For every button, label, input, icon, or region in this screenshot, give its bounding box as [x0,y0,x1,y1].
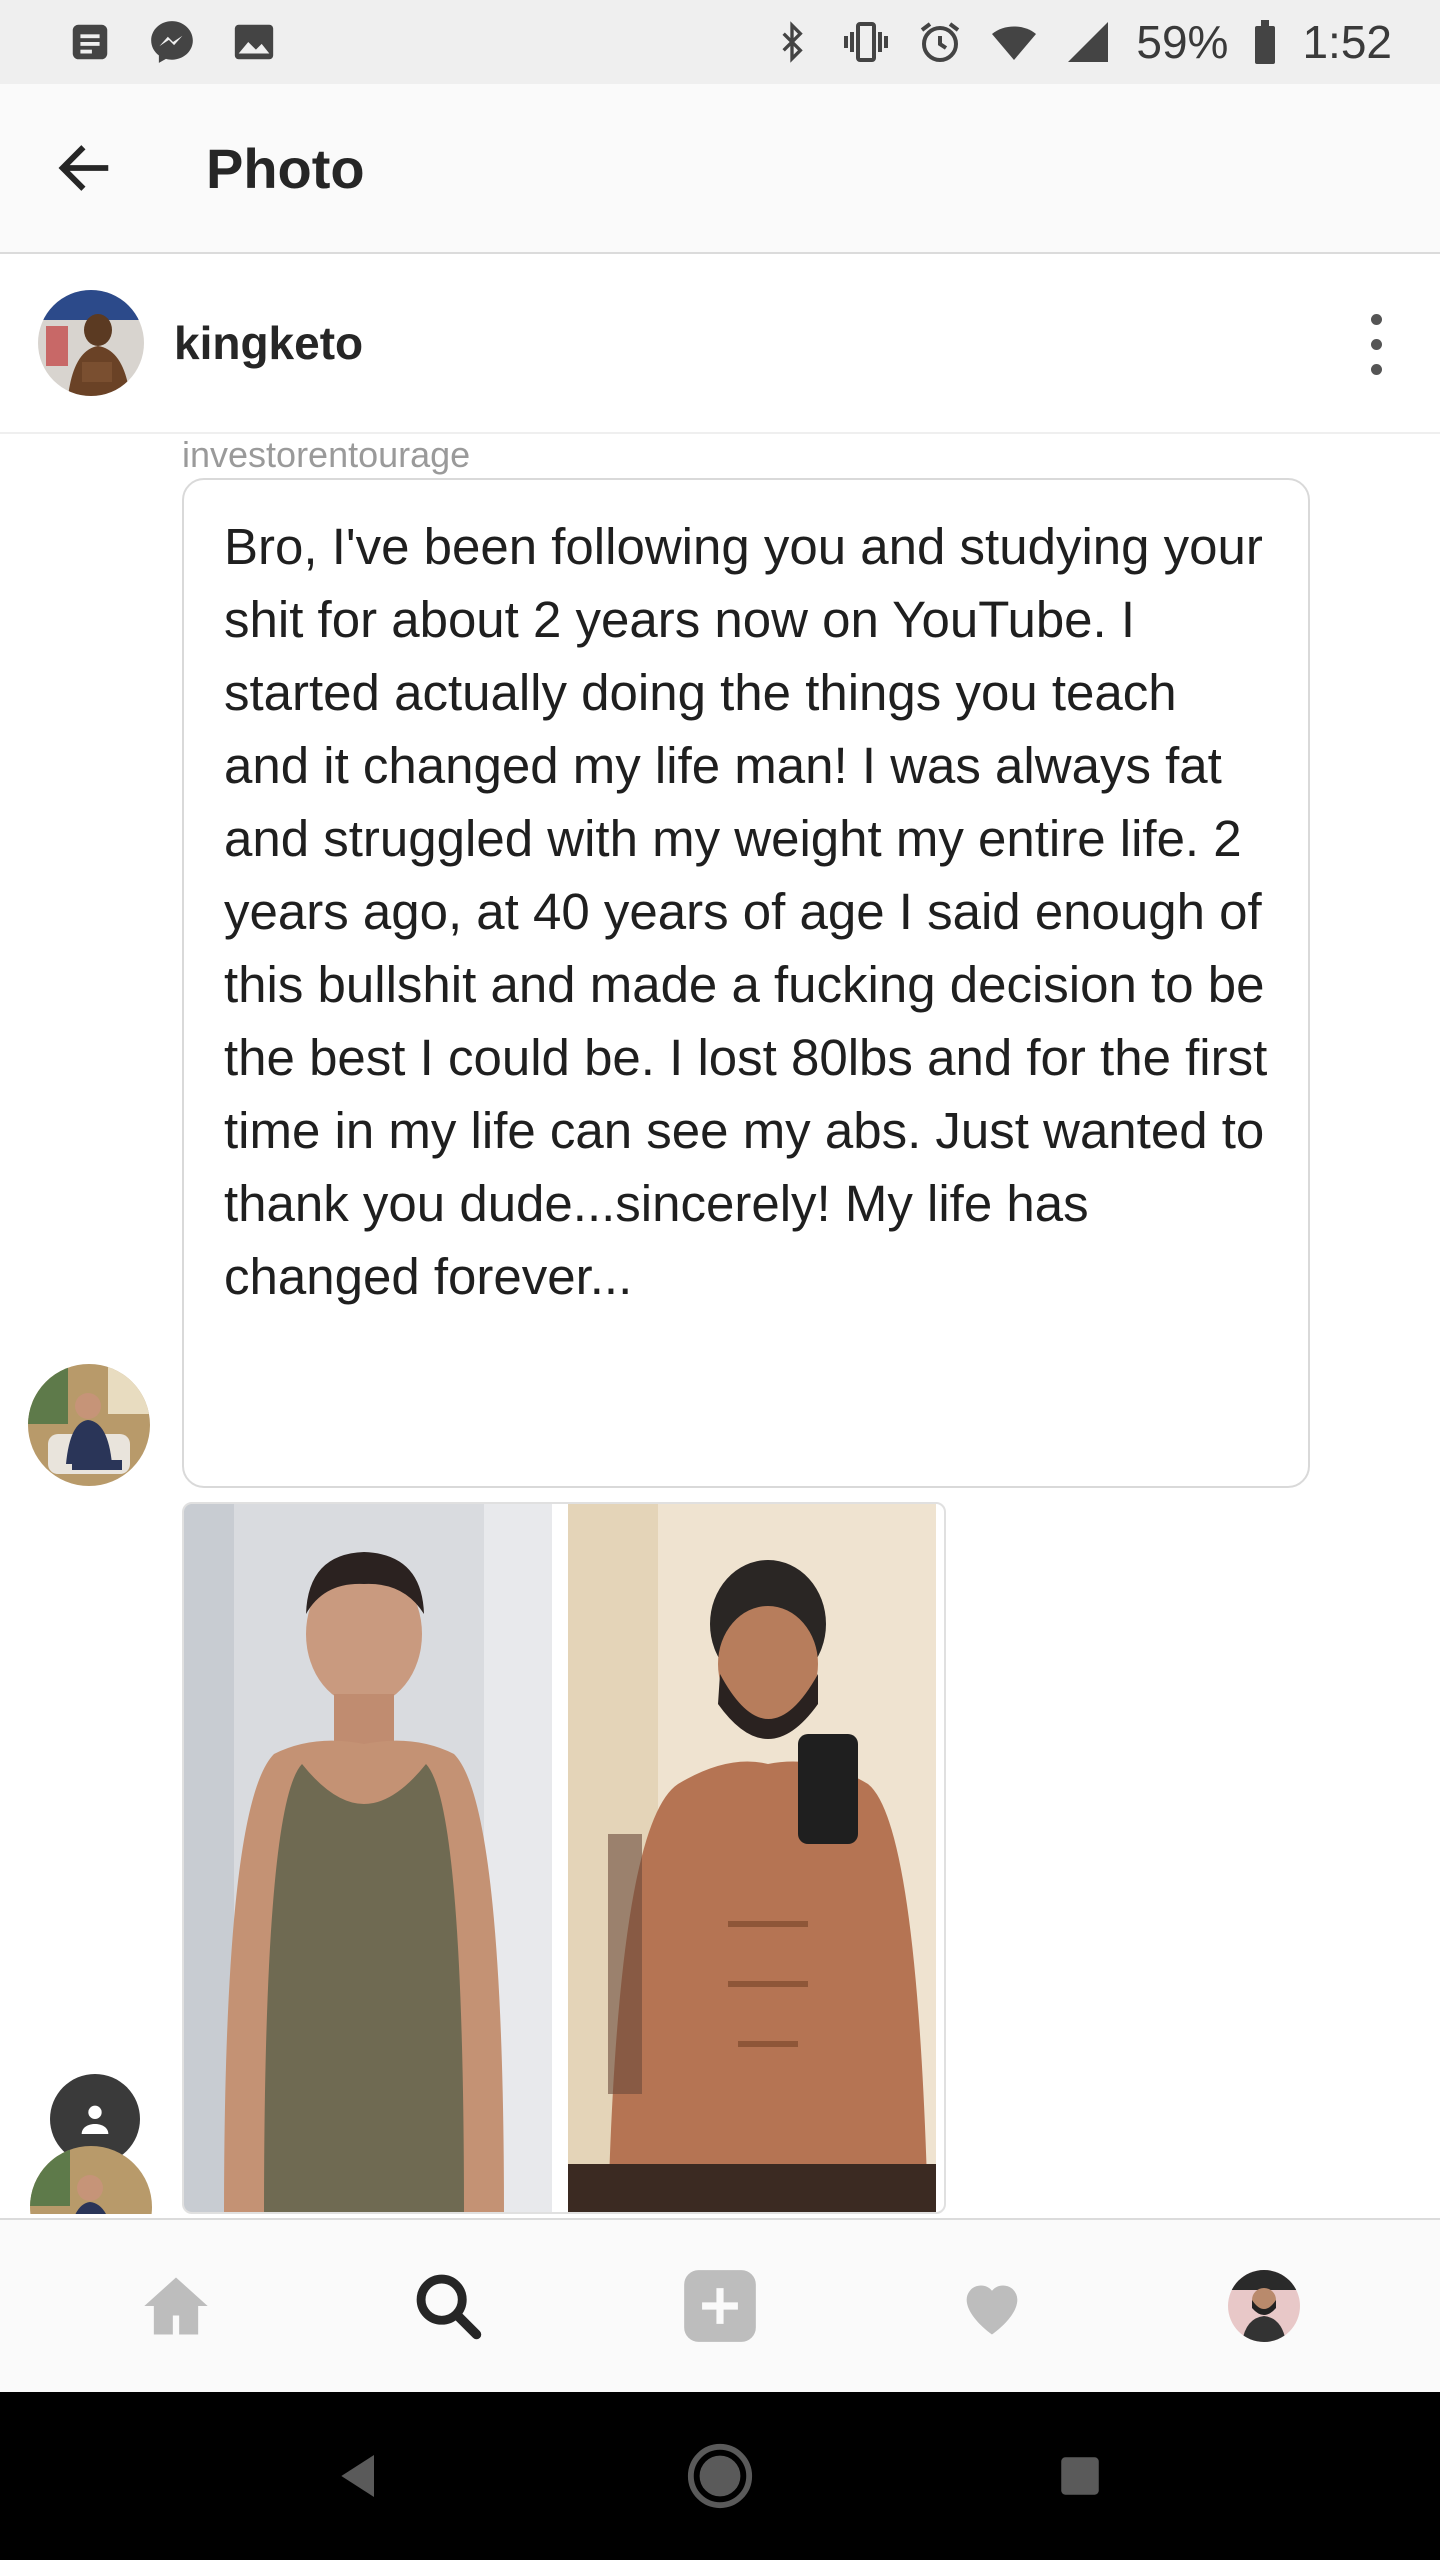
author-username[interactable]: kingketo [174,316,363,370]
post-image: investorentourage Bro, I've been followi… [0,434,1440,2214]
more-options-button[interactable] [1346,304,1406,384]
post-header: kingketo [0,254,1440,434]
recents-square-icon [1061,2457,1099,2495]
message-sender-name: investorentourage [182,434,471,475]
signal-icon [1062,16,1114,68]
more-dot [1370,338,1382,350]
app-bar: Photo [0,84,1440,254]
sender-avatar-peek [30,2146,152,2214]
nav-search[interactable] [388,2246,508,2366]
bottom-navigation [0,2218,1440,2392]
wifi-icon [988,16,1040,68]
heart-icon [966,2285,1018,2335]
vibrate-icon [840,16,892,68]
status-bar: 59% 1:52 [0,0,1440,84]
transformation-photo [182,1502,946,2214]
home-circle-icon [687,2443,753,2509]
after-photo [568,1504,936,2212]
bluetooth-icon [766,16,818,68]
alarm-icon [914,16,966,68]
gallery-icon [228,16,280,68]
notes-icon [64,16,116,68]
home-icon [144,2277,208,2335]
person-icon [81,2105,109,2134]
more-vertical-icon [1370,313,1382,325]
add-post-icon [684,2270,756,2342]
clock-time: 1:52 [1302,16,1392,68]
back-triangle-icon [341,2455,374,2497]
arrow-left-icon [58,145,109,191]
author-avatar[interactable] [38,290,144,396]
more-dot [1370,363,1382,375]
back-button[interactable] [42,126,126,210]
nav-activity[interactable] [932,2246,1052,2366]
status-left-icons [64,16,280,68]
message-bubble: Bro, I've been following you and studyin… [182,478,1310,1488]
system-recents-button[interactable] [1030,2426,1130,2526]
nav-add-post[interactable] [660,2246,780,2366]
nav-profile[interactable] [1204,2246,1324,2366]
battery-percent: 59% [1136,16,1229,68]
profile-avatar [1228,2270,1300,2342]
battery-icon [1250,16,1280,68]
message-text: Bro, I've been following you and studyin… [224,518,1268,1305]
system-back-button[interactable] [310,2426,410,2526]
sender-avatar [28,1364,150,1486]
status-right-icons: 59% 1:52 [766,15,1392,69]
before-photo [184,1504,552,2212]
nav-home[interactable] [116,2246,236,2366]
search-icon [416,2274,482,2340]
system-navigation [0,2392,1440,2560]
page-title: Photo [206,136,365,200]
messenger-icon [146,16,198,68]
system-home-button[interactable] [670,2426,770,2526]
